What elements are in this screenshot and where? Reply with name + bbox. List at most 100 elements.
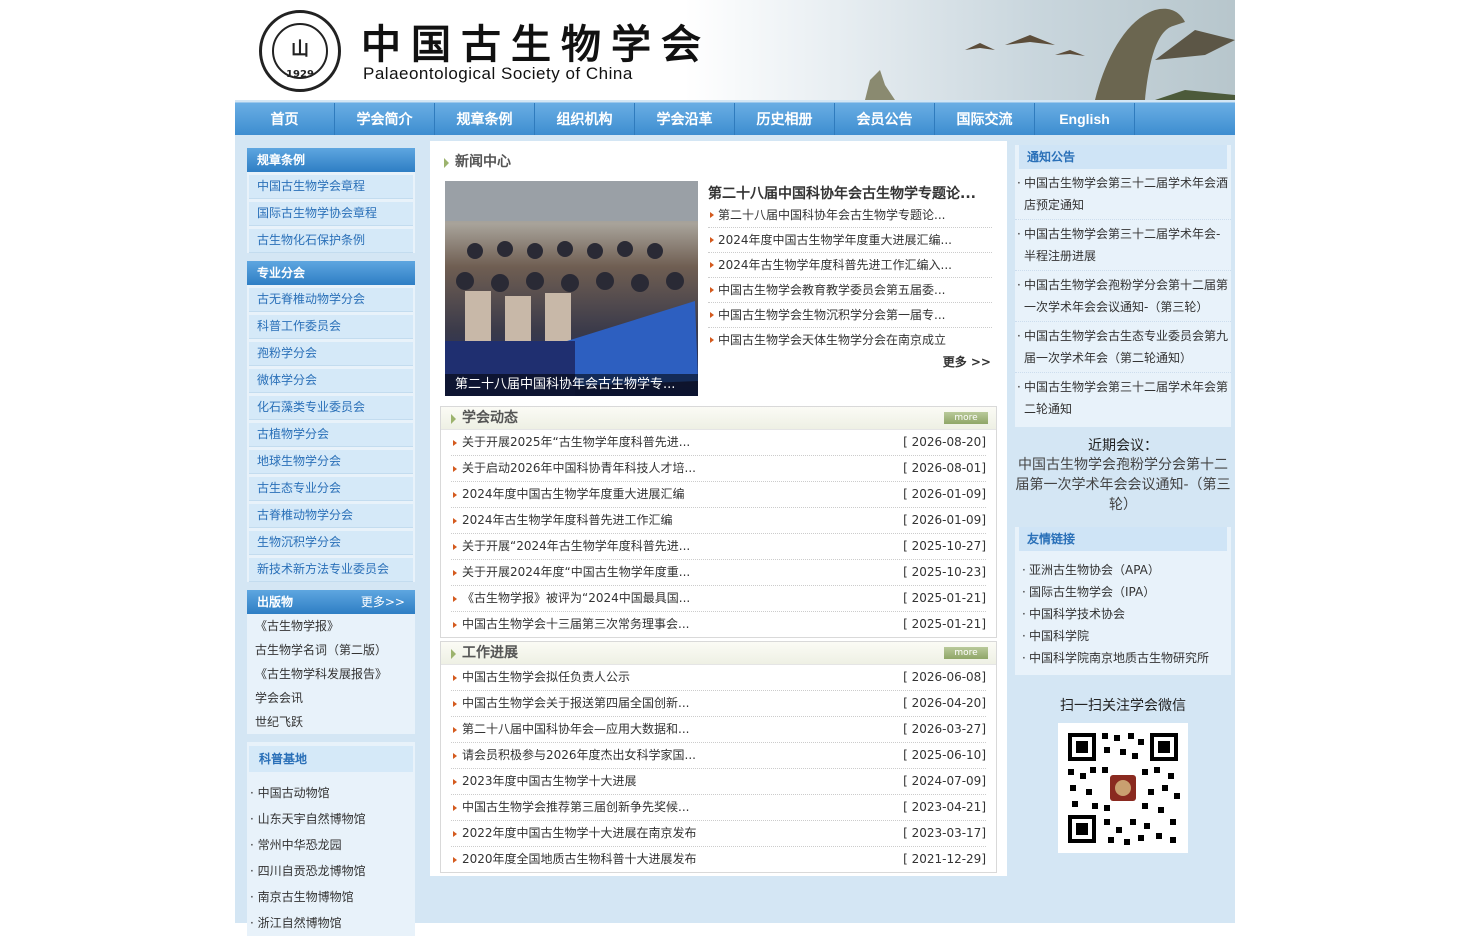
news-list: 第二十八届中国科协年会古生物学专题论... 2024年度中国古生物学年度重大进展… [708, 203, 992, 352]
nav-rules[interactable]: 规章条例 [435, 103, 535, 135]
branch-item[interactable]: 孢粉学分会 [249, 342, 413, 366]
news-center-header: 新闻中心 [444, 151, 511, 171]
science-base-item[interactable]: · 四川自贡恐龙博物馆 [247, 858, 415, 884]
publications-more-link[interactable]: 更多>> [361, 590, 405, 614]
nav-about[interactable]: 学会简介 [335, 103, 435, 135]
nav-member-notice[interactable]: 会员公告 [835, 103, 935, 135]
row-date: [ 2026-01-09] [903, 487, 986, 501]
publications-title-text: 出版物 [257, 595, 294, 609]
publication-item[interactable]: 学会会讯 [247, 686, 415, 710]
site-header: 山 1929 中国古生物学会 Palaeontological Society … [235, 0, 1235, 100]
science-base-item[interactable]: · 中国古动物馆 [247, 780, 415, 806]
publication-item[interactable]: 《古生物学科发展报告》 [247, 662, 415, 686]
branch-item[interactable]: 地球生物学分会 [249, 450, 413, 474]
notice-item[interactable]: 中国古生物学会第三十二届学术年会第二轮通知 [1015, 373, 1231, 423]
work-row[interactable]: 2023年度中国古生物学十大进展[ 2024-07-09] [451, 769, 986, 795]
dynamics-row[interactable]: 关于开展2024年度“中国古生物学年度重...[ 2025-10-23] [451, 560, 986, 586]
page-container: 山 1929 中国古生物学会 Palaeontological Society … [235, 0, 1235, 936]
news-item[interactable]: 中国古生物学会教育教学委员会第五届委... [708, 278, 992, 303]
branch-item[interactable]: 科普工作委员会 [249, 315, 413, 339]
dynamics-title: 学会动态 [462, 410, 518, 426]
right-sidebar: 通知公告 中国古生物学会第三十二届学术年会酒店预定通知 中国古生物学会第三十二届… [1015, 141, 1231, 853]
dynamics-row[interactable]: 关于开展2025年“古生物学年度科普先进...[ 2026-08-20] [451, 430, 986, 456]
dynamics-row[interactable]: 关于启动2026年中国科协青年科技人才培...[ 2026-08-01] [451, 456, 986, 482]
branch-item[interactable]: 古生态专业分会 [249, 477, 413, 501]
dynamics-row[interactable]: 2024年度中国古生物学年度重大进展汇编[ 2026-01-09] [451, 482, 986, 508]
recent-meeting-link[interactable]: 中国古生物学会孢粉学分会第十二届第一次学术年会会议通知-（第三轮） [1015, 455, 1231, 515]
work-row[interactable]: 中国古生物学会推荐第三届创新争先奖候...[ 2023-04-21] [451, 795, 986, 821]
notice-item[interactable]: 中国古生物学会古生态专业委员会第九届一次学术年会（第二轮通知） [1015, 322, 1231, 373]
row-date: [ 2026-06-08] [903, 670, 986, 684]
friend-link[interactable]: 亚洲古生物协会（APA） [1015, 559, 1231, 581]
work-row[interactable]: 2022年度中国古生物学十大进展在南京发布[ 2023-03-17] [451, 821, 986, 847]
row-date: [ 2025-10-27] [903, 539, 986, 553]
news-item[interactable]: 第二十八届中国科协年会古生物学专题论... [708, 203, 992, 228]
rules-item[interactable]: 国际古生物学协会章程 [249, 202, 413, 226]
row-date: [ 2025-01-21] [903, 617, 986, 631]
branch-item[interactable]: 古植物学分会 [249, 423, 413, 447]
dynamics-more-button[interactable]: more [944, 412, 988, 424]
branch-item[interactable]: 生物沉积学分会 [249, 531, 413, 555]
nav-english[interactable]: English [1035, 103, 1135, 135]
science-base-item[interactable]: · 常州中华恐龙园 [247, 832, 415, 858]
branch-item[interactable]: 微体学分会 [249, 369, 413, 393]
work-row[interactable]: 请会员积极参与2026年度杰出女科学家国...[ 2025-06-10] [451, 743, 986, 769]
row-date: [ 2026-08-01] [903, 461, 986, 475]
friend-link[interactable]: 中国科学技术协会 [1015, 603, 1231, 625]
branch-item[interactable]: 古无脊椎动物学分会 [249, 288, 413, 312]
society-logo[interactable]: 山 1929 [259, 10, 341, 92]
work-progress-title: 工作进展 [462, 645, 518, 661]
rules-item[interactable]: 古生物化石保护条例 [249, 229, 413, 253]
news-headline[interactable]: 第二十八届中国科协年会古生物学专题论... [708, 183, 976, 203]
work-row[interactable]: 2020年度全国地质古生物科普十大进展发布[ 2021-12-29] [451, 847, 986, 872]
science-bases-box: 科普基地 · 中国古动物馆 · 山东天宇自然博物馆 · 常州中华恐龙园 · 四川… [247, 742, 415, 936]
friend-link[interactable]: 中国科学院南京地质古生物研究所 [1015, 647, 1231, 669]
row-date: [ 2021-12-29] [903, 852, 986, 866]
work-more-button[interactable]: more [944, 647, 988, 659]
publication-item[interactable]: 《古生物学报》 [247, 614, 415, 638]
dynamics-row[interactable]: 中国古生物学会十三届第三次常务理事会...[ 2025-01-21] [451, 612, 986, 637]
friend-link[interactable]: 中国科学院 [1015, 625, 1231, 647]
notice-item[interactable]: 中国古生物学会第三十二届学术年会-半程注册进展 [1015, 220, 1231, 271]
nav-history[interactable]: 学会沿革 [635, 103, 735, 135]
dynamics-row[interactable]: 《古生物学报》被评为“2024中国最具国...[ 2025-01-21] [451, 586, 986, 612]
row-date: [ 2024-07-09] [903, 774, 986, 788]
row-date: [ 2026-03-27] [903, 722, 986, 736]
dinosaur-banner-image [865, 8, 1235, 100]
logo-year: 1929 [286, 69, 314, 80]
branch-item[interactable]: 古脊椎动物学分会 [249, 504, 413, 528]
rules-item[interactable]: 中国古生物学会章程 [249, 175, 413, 199]
notice-title: 通知公告 [1019, 145, 1227, 169]
publication-item[interactable]: 古生物学名词（第二版） [247, 638, 415, 662]
conference-photo-image [445, 181, 698, 396]
dynamics-row[interactable]: 关于开展“2024年古生物学年度科普先进...[ 2025-10-27] [451, 534, 986, 560]
nav-organization[interactable]: 组织机构 [535, 103, 635, 135]
wechat-qr-code [1058, 723, 1188, 853]
science-base-item[interactable]: · 南京古生物博物馆 [247, 884, 415, 910]
branch-item[interactable]: 化石藻类专业委员会 [249, 396, 413, 420]
dynamics-row[interactable]: 2024年古生物学年度科普先进工作汇编[ 2026-01-09] [451, 508, 986, 534]
work-row[interactable]: 第二十八届中国科协年会—应用大数据和...[ 2026-03-27] [451, 717, 986, 743]
branch-item[interactable]: 新技术新方法专业委员会 [249, 558, 413, 582]
qr-code-icon [1068, 733, 1180, 845]
notice-item[interactable]: 中国古生物学会第三十二届学术年会酒店预定通知 [1015, 169, 1231, 220]
news-item[interactable]: 中国古生物学会生物沉积学分会第一届专... [708, 303, 992, 328]
news-photo[interactable]: 第二十八届中国科协年会古生物学专... [445, 181, 698, 396]
nav-home[interactable]: 首页 [235, 103, 335, 135]
row-date: [ 2023-04-21] [903, 800, 986, 814]
science-base-item[interactable]: · 山东天宇自然博物馆 [247, 806, 415, 832]
news-item[interactable]: 2024年古生物学年度科普先进工作汇编入... [708, 253, 992, 278]
friend-link[interactable]: 国际古生物学会（IPA） [1015, 581, 1231, 603]
notice-item[interactable]: 中国古生物学会孢粉学分会第十二届第一次学术年会会议通知-（第三轮） [1015, 271, 1231, 322]
nav-international[interactable]: 国际交流 [935, 103, 1035, 135]
news-more-link[interactable]: 更多 >> [943, 353, 991, 370]
news-item[interactable]: 2024年度中国古生物学年度重大进展汇编... [708, 228, 992, 253]
row-date: [ 2025-06-10] [903, 748, 986, 762]
publication-item[interactable]: 世纪飞跃 [247, 710, 415, 734]
science-base-item[interactable]: · 浙江自然博物馆 [247, 910, 415, 936]
work-row[interactable]: 中国古生物学会拟任负责人公示[ 2026-06-08] [451, 665, 986, 691]
news-item[interactable]: 中国古生物学会天体生物学分会在南京成立 [708, 328, 992, 352]
nav-album[interactable]: 历史相册 [735, 103, 835, 135]
recent-meeting: 近期会议： 中国古生物学会孢粉学分会第十二届第一次学术年会会议通知-（第三轮） [1015, 435, 1231, 515]
work-row[interactable]: 中国古生物学会关于报送第四届全国创新...[ 2026-04-20] [451, 691, 986, 717]
